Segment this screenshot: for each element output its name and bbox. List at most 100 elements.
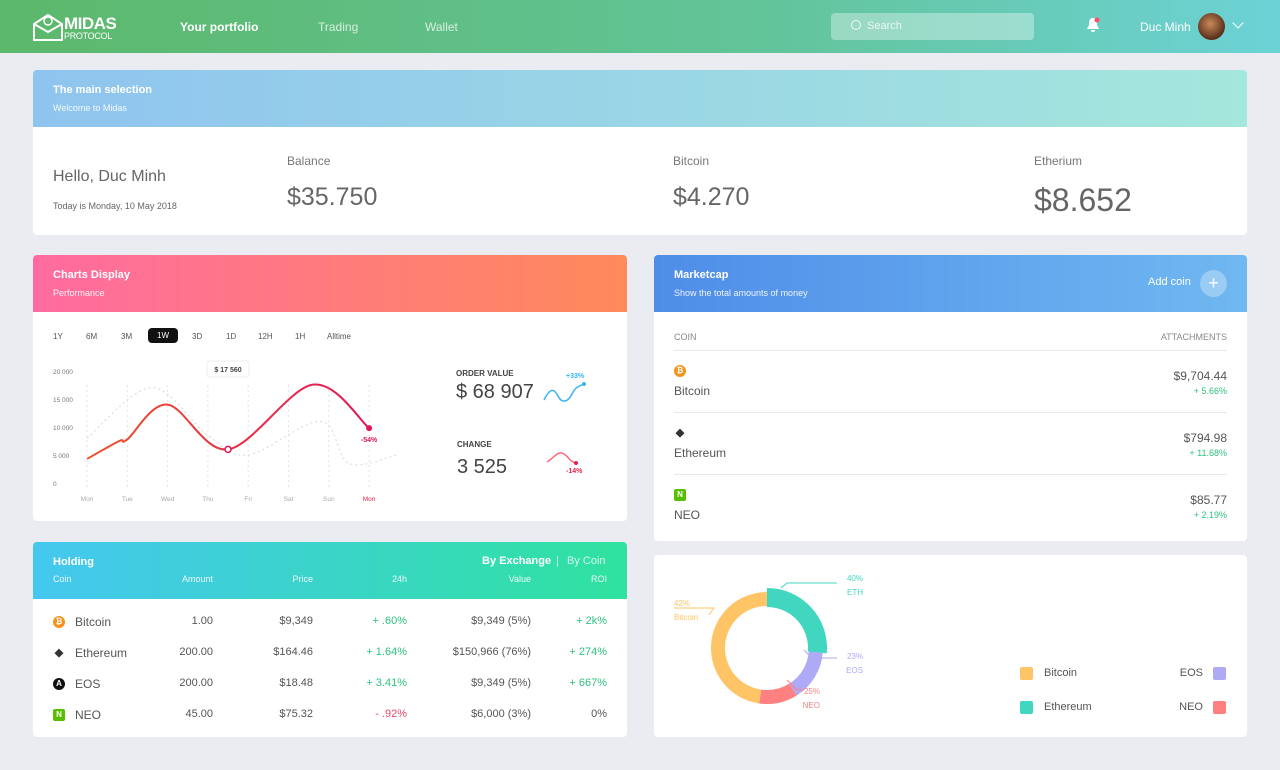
ethereum-label: Etherium bbox=[1034, 154, 1083, 168]
holding-cell-value: $9,349 (5%) bbox=[471, 615, 531, 627]
holding-column-header: Value bbox=[508, 574, 531, 584]
coin-value: $794.98 bbox=[1183, 431, 1227, 445]
y-tick-label: 0 bbox=[53, 481, 57, 488]
allocation-card: 40% ETH 23% EOS 25% NEO 42% Bitcoin Bitcoin Ethe… bbox=[654, 555, 1247, 737]
x-tick-label: Mon bbox=[81, 496, 94, 503]
x-tick-label: Sat bbox=[284, 496, 294, 503]
coin-value: $85.77 bbox=[1190, 493, 1227, 507]
donut-slice-neo[interactable] bbox=[759, 683, 797, 704]
neo-icon: N bbox=[53, 709, 65, 721]
ethereum-icon: ◆ bbox=[674, 427, 686, 439]
coin-value: $9,704.44 bbox=[1173, 369, 1227, 383]
ethereum-icon-glyph: ◆ bbox=[54, 647, 64, 659]
end-point[interactable] bbox=[366, 425, 373, 432]
bitcoin-value: $4.270 bbox=[673, 183, 750, 211]
marketcap-row[interactable]: N NEO $85.77 + 2.19% bbox=[674, 474, 1227, 536]
legend-label: EOS bbox=[1179, 667, 1203, 679]
neo-icon: N bbox=[674, 489, 686, 501]
by-exchange-tab[interactable]: By Exchange bbox=[482, 555, 551, 567]
x-tick-label: Tue bbox=[122, 496, 133, 503]
change-label: CHANGE bbox=[457, 440, 492, 449]
holding-row[interactable]: ◆ Ethereum 200.00 $164.46 + 1.64% $150,966 (7… bbox=[33, 646, 627, 676]
legend-swatch bbox=[1020, 701, 1033, 714]
legend-swatch bbox=[1213, 701, 1226, 714]
holding-cell-roi: + 2k% bbox=[576, 615, 607, 627]
holding-cell-coin: NEO bbox=[75, 708, 102, 722]
holding-cell-h24: + .60% bbox=[372, 615, 407, 627]
holding-cell-value: $6,000 (3%) bbox=[471, 708, 531, 720]
holding-cell-coin: EOS bbox=[75, 677, 101, 691]
add-coin-label[interactable]: Add coin bbox=[1148, 276, 1191, 288]
allocation-donut-chart: 40% ETH 23% EOS 25% NEO 42% Bitcoin bbox=[674, 574, 863, 710]
coin-change: + 2.19% bbox=[1193, 510, 1227, 520]
card-title: Holding bbox=[53, 556, 94, 568]
bitcoin-icon-glyph: ₿ bbox=[674, 365, 686, 377]
holding-column-header: Coin bbox=[53, 574, 72, 584]
coin-change: + 11.68% bbox=[1189, 448, 1227, 458]
x-tick-label: Wed bbox=[161, 496, 175, 503]
donut-slice-bitcoin[interactable] bbox=[710, 592, 767, 704]
bitcoin-icon: ₿ bbox=[53, 616, 65, 628]
x-tick-label: Thu bbox=[202, 496, 214, 503]
neo-icon-glyph: N bbox=[53, 709, 65, 721]
holding-cell-coin: Ethereum bbox=[75, 646, 128, 660]
search-input[interactable]: Search bbox=[831, 13, 1034, 40]
holding-cell-price: $75.32 bbox=[279, 708, 313, 720]
holding-cell-h24: + 3.41% bbox=[366, 677, 407, 689]
chevron-down-icon[interactable] bbox=[1232, 17, 1244, 29]
ethereum-icon: ◆ bbox=[53, 647, 65, 659]
performance-line-chart: 0 5 000 10 000 15 000 20 000 Mon Tue Wed Thu Fri S… bbox=[53, 360, 398, 503]
notification-bell-icon[interactable] bbox=[1086, 17, 1100, 33]
holding-cell-amount: 200.00 bbox=[179, 646, 213, 658]
card-title: Marketcap bbox=[674, 269, 729, 281]
change-value: 3 525 bbox=[457, 456, 508, 478]
by-coin-tab[interactable]: By Coin bbox=[567, 555, 606, 567]
holding-cell-price: $18.48 bbox=[279, 677, 313, 689]
y-tick-label: 10 000 bbox=[53, 425, 73, 432]
donut-pct-label: 25% bbox=[804, 687, 820, 696]
holding-column-header: Amount bbox=[181, 574, 213, 584]
x-tick-label: Sun bbox=[323, 496, 335, 503]
holding-cell-value: $9,349 (5%) bbox=[471, 677, 531, 689]
marketcap-row[interactable]: ◆ Ethereum $794.98 + 11.68% bbox=[674, 412, 1227, 474]
coin-name: NEO bbox=[674, 508, 701, 522]
donut-name-label: NEO bbox=[803, 701, 820, 710]
legend-label: Ethereum bbox=[1044, 701, 1092, 713]
change-sparkline bbox=[546, 452, 578, 465]
search-icon bbox=[851, 20, 861, 30]
holding-header: Holding By Exchange | By Coin bbox=[33, 542, 627, 599]
column-header-attachments: ATTACHMENTS bbox=[1160, 332, 1227, 342]
holding-row[interactable]: N NEO 45.00 $75.32 - .92% $6,000 (3%) 0% bbox=[33, 708, 627, 737]
holding-row[interactable]: ₿ Bitcoin 1.00 $9,349 + .60% $9,349 (5%) + 2k% bbox=[33, 615, 627, 645]
ethereum-value: $8.652 bbox=[1034, 182, 1132, 218]
holding-cell-h24: + 1.64% bbox=[366, 646, 407, 658]
holding-cell-roi: + 274% bbox=[569, 646, 607, 658]
bitcoin-icon-glyph: ₿ bbox=[53, 616, 65, 628]
end-label: -54% bbox=[361, 437, 378, 444]
ethereum-icon-glyph: ◆ bbox=[675, 427, 685, 439]
add-coin-button[interactable]: + bbox=[1200, 270, 1227, 297]
marketcap-row[interactable]: ₿ Bitcoin $9,704.44 + 5.66% bbox=[674, 350, 1227, 412]
holding-column-header: Price bbox=[292, 574, 313, 584]
donut-name-label: ETH bbox=[847, 588, 863, 597]
donut-name-label: EOS bbox=[846, 666, 863, 675]
holding-cell-roi: 0% bbox=[591, 708, 607, 720]
holding-row[interactable]: A EOS 200.00 $18.48 + 3.41% $9,349 (5%) + 667% bbox=[33, 677, 627, 707]
marketcap-card: Marketcap Show the total amounts of mone… bbox=[654, 255, 1247, 541]
order-value-label: ORDER VALUE bbox=[456, 369, 514, 378]
donut-slice-eth[interactable] bbox=[767, 588, 827, 654]
series-line-secondary bbox=[86, 387, 398, 466]
holding-column-header: 24h bbox=[391, 574, 407, 584]
coin-change: + 5.66% bbox=[1193, 386, 1227, 396]
donut-pct-label: 40% bbox=[847, 574, 863, 583]
user-name[interactable]: Duc Minh bbox=[1140, 20, 1191, 34]
x-tick-label: Fri bbox=[244, 496, 252, 503]
order-change: +33% bbox=[566, 373, 585, 380]
tooltip-text: $ 17 560 bbox=[214, 367, 241, 374]
donut-leader-line bbox=[780, 582, 837, 589]
donut-pct-label: 42% bbox=[674, 599, 690, 608]
peak-point[interactable] bbox=[224, 445, 232, 454]
eos-icon: A bbox=[53, 678, 65, 690]
x-tick-label: Mon bbox=[363, 496, 376, 503]
avatar[interactable] bbox=[1198, 13, 1225, 40]
